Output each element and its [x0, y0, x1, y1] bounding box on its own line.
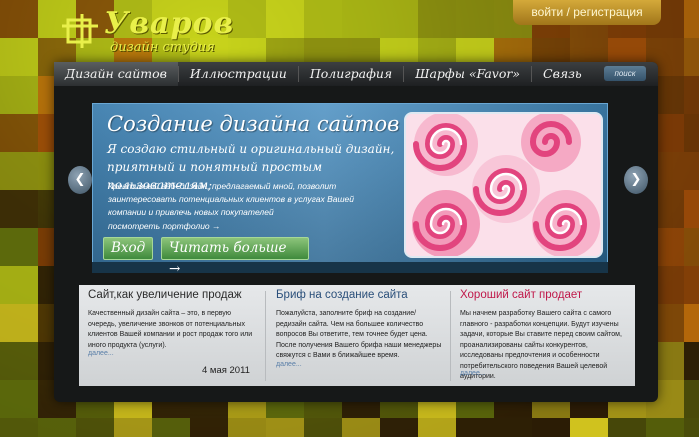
mosaic-tile — [684, 190, 699, 228]
mosaic-tile — [608, 418, 646, 437]
mosaic-tile — [456, 418, 494, 437]
mosaic-tile — [494, 418, 532, 437]
mosaic-tile — [304, 418, 342, 437]
chevron-right-icon[interactable]: ❯ — [624, 166, 648, 194]
login-register-link[interactable]: войти / регистрация — [513, 0, 661, 25]
mosaic-tile — [0, 114, 38, 152]
main-nav: Дизайн сайтов Иллюстрации Полиграфия Шар… — [54, 62, 658, 86]
logo-name: Уваров — [104, 6, 235, 41]
nav-item-web-design[interactable]: Дизайн сайтов — [54, 62, 178, 86]
search-button[interactable]: поиск — [604, 66, 646, 81]
mosaic-tile — [684, 38, 699, 76]
mosaic-tile — [684, 0, 699, 38]
mosaic-tile — [190, 418, 228, 437]
logo-subtitle: дизайн студия — [110, 40, 215, 55]
mosaic-tile — [228, 418, 266, 437]
mosaic-tile — [570, 418, 608, 437]
mosaic-tile — [684, 76, 699, 114]
mosaic-tile — [76, 418, 114, 437]
column-1-more-link[interactable]: далее... — [88, 350, 114, 357]
hero-title: Создание дизайна сайтов — [107, 112, 400, 136]
mosaic-tile — [684, 114, 699, 152]
mosaic-tile — [0, 0, 38, 38]
nav-item-scarves[interactable]: Шарфы «Favor» — [404, 62, 531, 86]
mosaic-tile — [684, 418, 699, 437]
mosaic-tile — [152, 418, 190, 437]
nav-item-illustrations[interactable]: Иллюстрации — [179, 62, 298, 86]
mosaic-tile — [532, 418, 570, 437]
mosaic-tile — [342, 0, 380, 38]
column-2-body: Пожалуйста, заполните бриф на создание/р… — [276, 310, 442, 359]
portfolio-link[interactable]: посмотреть портфолио → — [108, 221, 221, 231]
mosaic-tile — [684, 380, 699, 418]
column-1-date: 4 мая 2011 — [202, 365, 250, 376]
mosaic-tile — [0, 152, 38, 190]
mosaic-tile — [304, 0, 342, 38]
mosaic-tile — [646, 418, 684, 437]
mosaic-tile — [684, 152, 699, 190]
column-2-more-link[interactable]: далее... — [276, 361, 302, 368]
mosaic-tile — [0, 418, 38, 437]
logo[interactable]: Уваров дизайн студия — [58, 6, 233, 60]
mosaic-tile — [0, 304, 38, 342]
mosaic-tile — [0, 266, 38, 304]
mosaic-tile — [380, 0, 418, 38]
mosaic-tile — [0, 342, 38, 380]
column-divider — [265, 291, 266, 381]
swirl-pattern-image — [406, 114, 601, 256]
mosaic-tile — [380, 418, 418, 437]
column-divider — [450, 291, 451, 381]
hero-text: Креативный веб–дизайн, предлагаемый мной… — [108, 181, 354, 217]
mosaic-tile — [684, 304, 699, 342]
column-2-title[interactable]: Бриф на создание сайта — [276, 289, 408, 301]
mosaic-tile — [114, 418, 152, 437]
mosaic-tile — [684, 228, 699, 266]
mosaic-tile — [266, 418, 304, 437]
mosaic-tile — [456, 0, 494, 38]
mosaic-tile — [0, 380, 38, 418]
mosaic-tile — [0, 38, 38, 76]
chevron-left-icon[interactable]: ❮ — [68, 166, 92, 194]
mosaic-tile — [0, 228, 38, 266]
nav-item-contact[interactable]: Связь — [532, 62, 593, 86]
mosaic-tile — [418, 418, 456, 437]
mosaic-tile — [342, 418, 380, 437]
hero-image — [404, 112, 603, 258]
login-button[interactable]: Вход — [103, 237, 153, 260]
mosaic-tile — [418, 0, 456, 38]
mosaic-tile — [0, 76, 38, 114]
mosaic-tile — [684, 342, 699, 380]
column-1-title[interactable]: Сайт,как увеличение продаж — [88, 289, 242, 301]
column-3-title[interactable]: Хороший сайт продает — [460, 289, 582, 301]
nav-item-printing[interactable]: Полиграфия — [299, 62, 403, 86]
mosaic-tile — [38, 418, 76, 437]
read-more-button[interactable]: Читать больше → — [161, 237, 309, 277]
column-1-body: Качественный дизайн сайта – это, в перву… — [88, 310, 253, 349]
mosaic-tile — [0, 190, 38, 228]
mosaic-tile — [684, 266, 699, 304]
column-3-more-link[interactable]: далее... — [460, 370, 486, 377]
logo-mark-icon — [62, 14, 98, 48]
mosaic-tile — [266, 0, 304, 38]
